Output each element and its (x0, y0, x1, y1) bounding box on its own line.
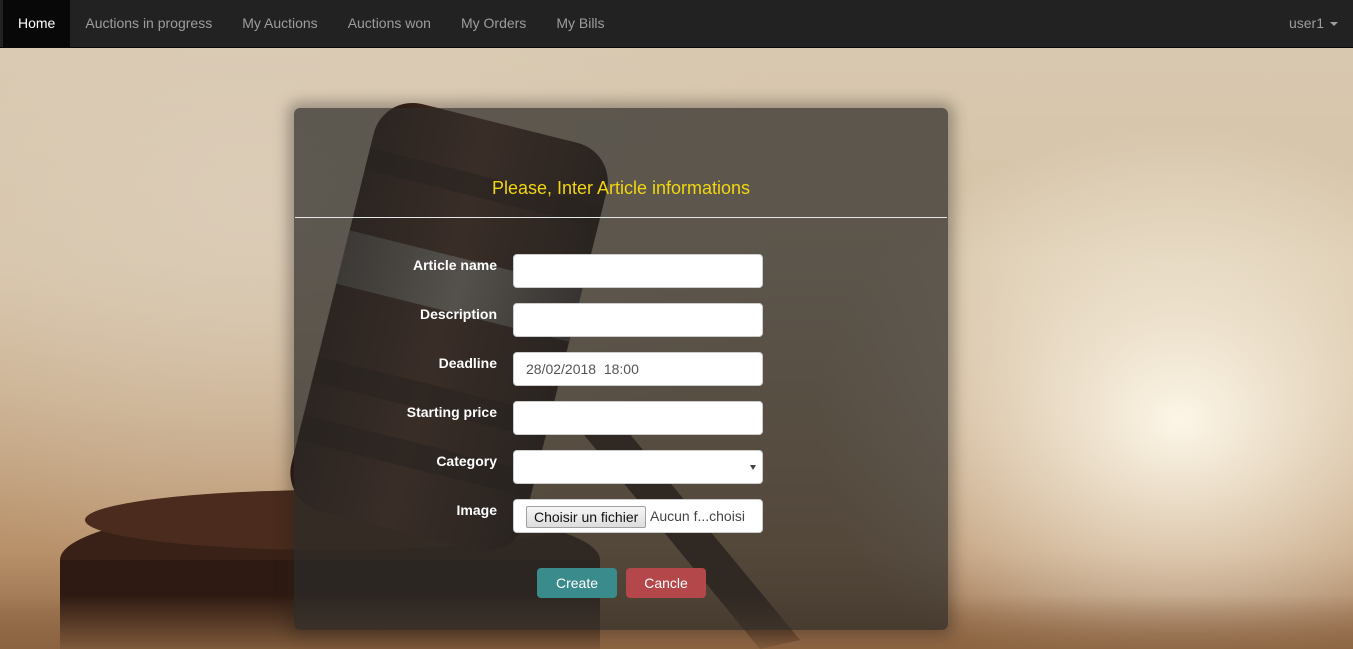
deadline-input[interactable]: 28/02/2018 18:00 (513, 352, 763, 386)
starting-price-row: Starting price (294, 401, 948, 435)
article-name-label: Article name (412, 257, 497, 273)
nav-my-bills[interactable]: My Bills (541, 0, 619, 47)
category-label: Category (436, 453, 497, 469)
deadline-label: Deadline (438, 355, 497, 371)
nav-auctions-won[interactable]: Auctions won (333, 0, 446, 47)
user-menu-dropdown[interactable]: user1 (1289, 0, 1338, 47)
file-status-text: Aucun f...choisi (650, 508, 745, 524)
choose-file-button[interactable]: Choisir un fichier (526, 506, 647, 528)
description-row: Description (294, 303, 948, 337)
article-name-input[interactable] (513, 254, 763, 288)
image-row: Image Choisir un fichier Aucun f...chois… (294, 499, 948, 533)
nav-my-auctions[interactable]: My Auctions (227, 0, 332, 47)
description-input[interactable] (513, 303, 763, 337)
user-name: user1 (1288, 15, 1324, 31)
category-row: Category (294, 450, 948, 484)
image-label: Image (456, 502, 497, 518)
deadline-row: Deadline 28/02/2018 18:00 (294, 352, 948, 386)
starting-price-input[interactable] (513, 401, 763, 435)
article-name-row: Article name (294, 254, 948, 288)
nav-auctions-in-progress[interactable]: Auctions in progress (70, 0, 227, 47)
cancel-button[interactable]: Cancle (626, 568, 706, 598)
category-select[interactable] (513, 450, 763, 484)
dropdown-arrow-icon (750, 465, 756, 470)
description-label: Description (419, 306, 497, 322)
image-file-input: Choisir un fichier Aucun f...choisi (513, 499, 763, 533)
nav-my-orders[interactable]: My Orders (446, 0, 541, 47)
nav-list: Home Auctions in progress My Auctions Au… (3, 0, 620, 48)
nav-home[interactable]: Home (3, 0, 71, 47)
caret-down-icon (1330, 22, 1338, 27)
form-title: Please, Inter Article informations (491, 178, 751, 198)
article-form-panel: Please, Inter Article informations Artic… (294, 108, 948, 630)
starting-price-label: Starting price (406, 404, 497, 420)
title-divider (295, 217, 947, 218)
top-navbar: Home Auctions in progress My Auctions Au… (0, 0, 1353, 48)
create-button[interactable]: Create (537, 568, 617, 598)
